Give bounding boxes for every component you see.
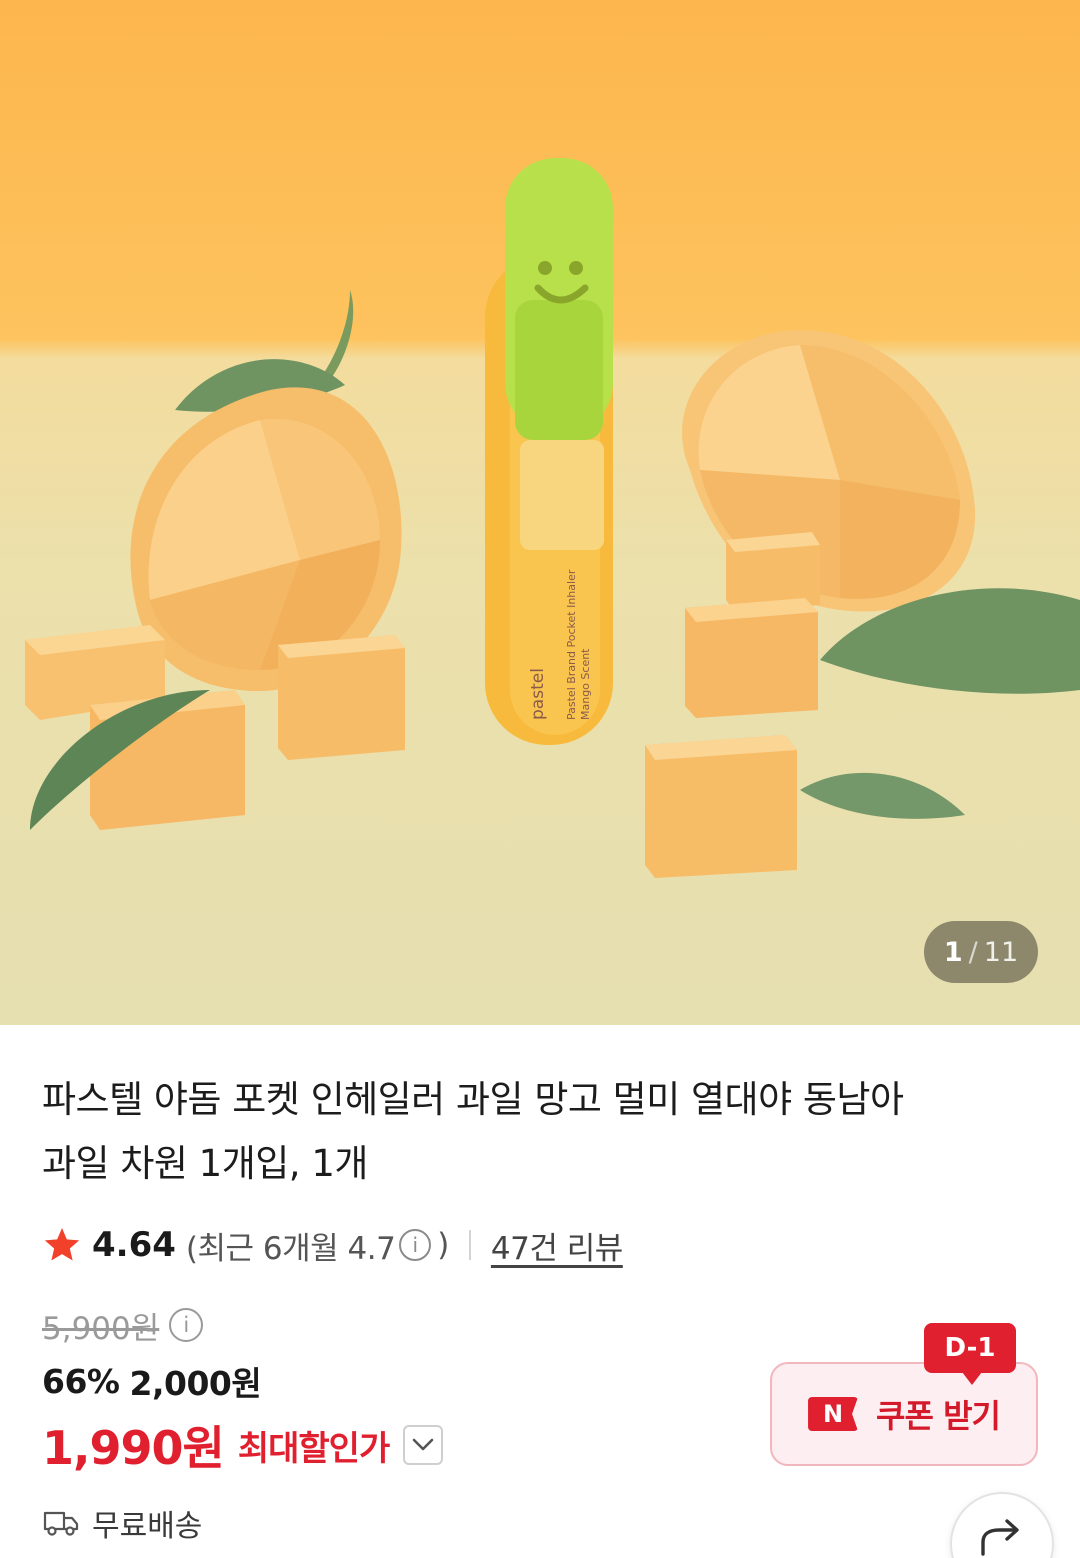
max-discount-price-row: 1,990원 최대할인가 (42, 1414, 444, 1476)
discount-percent: 66% (42, 1361, 120, 1401)
star-icon (44, 1228, 80, 1261)
inhaler-brand-text: pastel (528, 668, 548, 720)
max-discount-price: 1,990원 (42, 1421, 225, 1475)
truck-icon (43, 1511, 79, 1536)
rating-row: 4.64 (최근 6개월 4.7 i ) 47건 리뷰 (42, 1222, 623, 1268)
product-photo: pastel Pastel Brand Pocket Inhaler Mango… (25, 158, 1080, 878)
inhaler-label-text-1: Pastel Brand Pocket Inhaler (565, 569, 578, 720)
share-button[interactable] (950, 1492, 1054, 1558)
coupon-label: 쿠폰 받기 (876, 1397, 1001, 1435)
inhaler-label-text-2: Mango Scent (579, 648, 592, 720)
delivery-row: 무료배송 (42, 1500, 202, 1546)
divider (468, 1230, 471, 1260)
product-image-gallery[interactable]: pastel Pastel Brand Pocket Inhaler Mango… (0, 0, 1080, 1025)
delivery-label: 무료배송 (92, 1509, 203, 1544)
rating-score: 4.64 (92, 1225, 176, 1265)
max-discount-label: 최대할인가 (237, 1428, 390, 1469)
product-title-line-2: 과일 차원 1개입, 1개 (42, 1142, 368, 1185)
price-info-icon[interactable]: i (169, 1308, 204, 1342)
coupon-button[interactable]: N 쿠폰 받기 (770, 1362, 1038, 1466)
rating-recent: (최근 6개월 4.7 (185, 1230, 396, 1267)
chevron-down-icon (412, 1438, 434, 1451)
original-price: 5,900원 (42, 1310, 160, 1347)
expand-price-button[interactable] (403, 1425, 444, 1465)
image-counter-separator: / (968, 936, 978, 968)
product-title-line-1: 파스텔 야돔 포켓 인헤일러 과일 망고 멀미 열대야 동남아 (42, 1078, 904, 1121)
rating-recent-close: ) (437, 1227, 449, 1263)
dday-badge: D-1 (924, 1323, 1016, 1385)
naver-n-icon: N (808, 1397, 859, 1431)
sale-price-row: 66% 2,000원 (42, 1358, 262, 1404)
share-icon (981, 1519, 1019, 1556)
product-title: 파스텔 야돔 포켓 인헤일러 과일 망고 멀미 열대야 동남아 과일 차원 1개… (42, 1068, 1022, 1196)
info-icon[interactable]: i (399, 1229, 432, 1261)
image-counter-total: 11 (983, 936, 1019, 968)
original-price-row: 5,900원 i (42, 1302, 204, 1348)
review-count-link[interactable]: 47건 리뷰 (491, 1223, 623, 1268)
image-counter-current: 1 (943, 936, 963, 968)
image-counter: 1 / 11 (924, 921, 1038, 983)
sale-price: 2,000원 (129, 1364, 262, 1403)
